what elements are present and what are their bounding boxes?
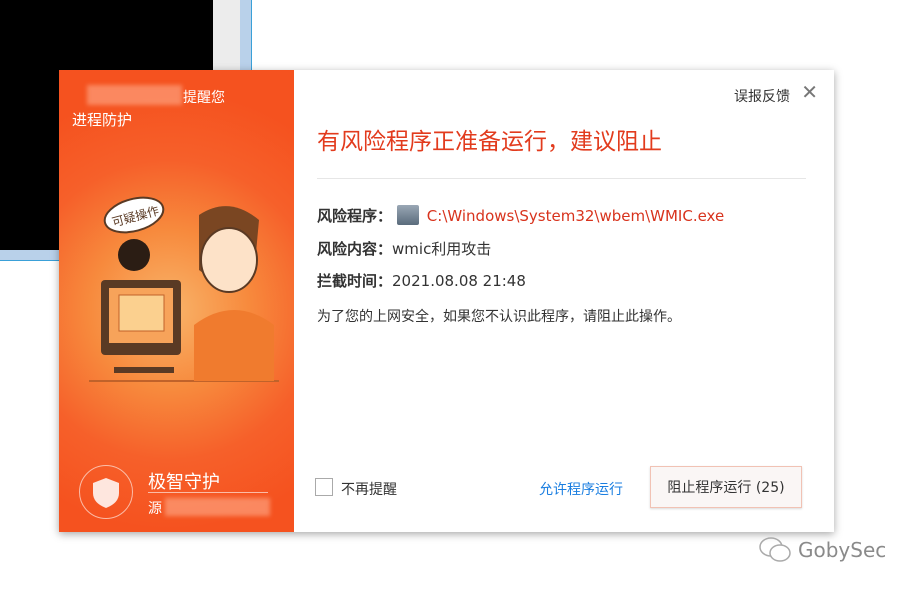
detail-risk-program: 风险程序： C:\Windows\System32\wbem\WMIC.exe (317, 205, 724, 226)
program-path: C:\Windows\System32\wbem\WMIC.exe (426, 207, 725, 225)
header-suffix: 提醒您 (183, 90, 225, 106)
false-positive-feedback-link[interactable]: 误报反馈 (734, 86, 790, 106)
redacted-product-name (87, 85, 182, 105)
wechat-icon (759, 537, 791, 562)
detail-label: 拦截时间： (317, 272, 393, 290)
divider (317, 178, 806, 179)
detail-label: 风险内容： (317, 240, 393, 258)
shield-logo-icon (79, 465, 133, 519)
detail-value: 2021.08.08 21:48 (392, 272, 526, 290)
detail-intercept-time: 拦截时间：2021.08.08 21:48 (317, 270, 526, 291)
dont-remind-label[interactable]: 不再提醒 (341, 479, 397, 499)
risk-alert-dialog: 提醒您 进程防护 可疑操作 极智守护 源 误报反馈 ✕ 有风险程序正准备运行，建… (59, 70, 834, 532)
right-panel: 误报反馈 ✕ 有风险程序正准备运行，建议阻止 风险程序： C:\Windows\… (294, 70, 834, 532)
brand-name: 极智守护 (148, 472, 220, 493)
detail-value: wmic利用攻击 (392, 240, 492, 258)
alert-title: 有风险程序正准备运行，建议阻止 (317, 129, 662, 155)
allow-program-link[interactable]: 允许程序运行 (539, 479, 623, 499)
detail-label: 风险程序： (317, 207, 393, 225)
dont-remind-checkbox[interactable] (315, 478, 333, 496)
block-program-button[interactable]: 阻止程序运行 (25) (650, 466, 802, 508)
close-icon[interactable]: ✕ (801, 80, 818, 104)
suspicious-operation-illustration: 可疑操作 (89, 196, 279, 382)
redacted-source (165, 498, 270, 516)
source-prefix: 源 (148, 501, 162, 517)
program-icon (396, 205, 419, 225)
panel-subtitle: 进程防护 (72, 111, 133, 129)
watermark: GobySec (758, 536, 886, 564)
watermark-text: GobySec (798, 538, 887, 562)
brand-divider (148, 492, 268, 493)
detail-risk-content: 风险内容：wmic利用攻击 (317, 238, 491, 259)
left-panel: 提醒您 进程防护 可疑操作 极智守护 源 (59, 70, 294, 532)
safety-note: 为了您的上网安全，如果您不认识此程序，请阻止此操作。 (317, 309, 681, 325)
